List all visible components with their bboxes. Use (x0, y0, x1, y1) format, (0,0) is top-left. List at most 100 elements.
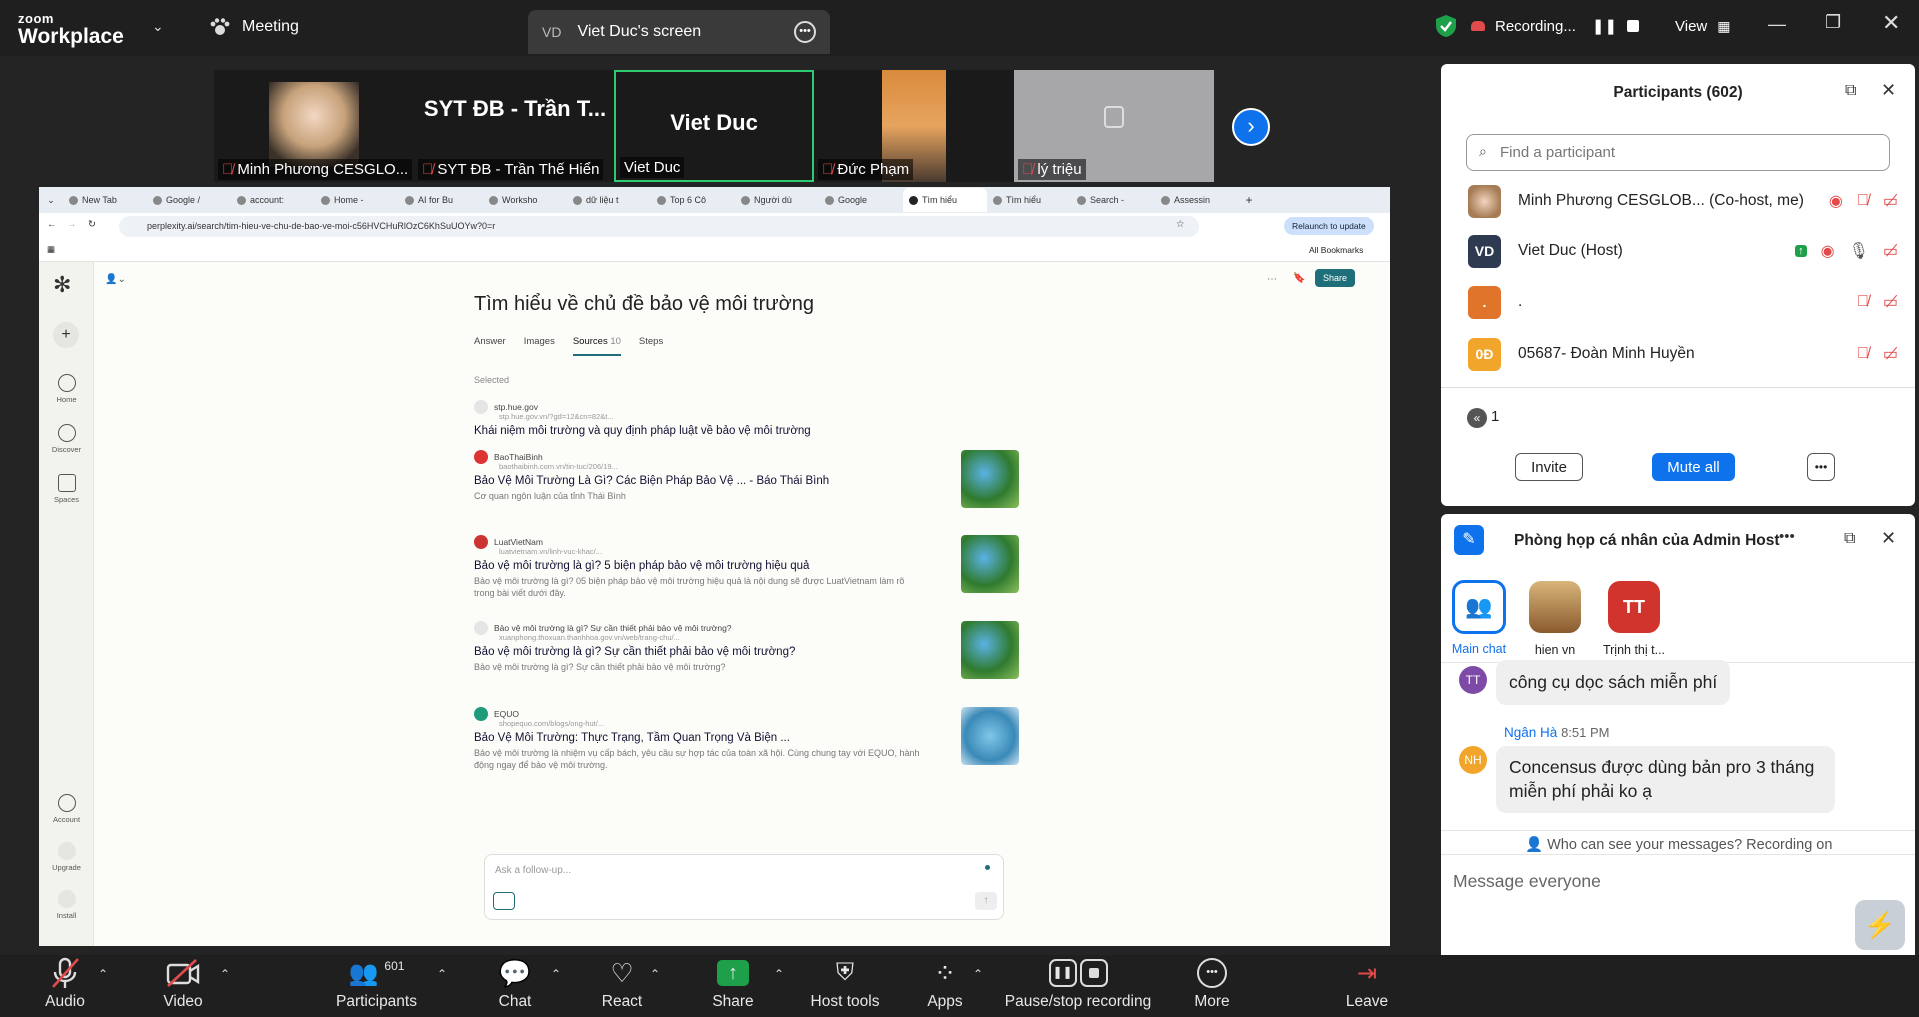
submit-arrow-icon[interactable]: ↑ (975, 892, 997, 910)
reload-icon[interactable]: ↻ (88, 219, 96, 230)
browser-tab[interactable]: Google / (147, 195, 231, 205)
browser-tab[interactable]: New Tab (63, 195, 147, 205)
recording-indicator[interactable]: Recording... ❚❚ View ▦ (1435, 14, 1731, 38)
tab-menu-icon[interactable]: ⌄ (39, 195, 63, 206)
next-page-icon[interactable]: › (1232, 108, 1270, 146)
more-button[interactable]: ••• More (1190, 955, 1234, 1017)
video-options-caret-icon[interactable]: ⌃ (220, 967, 230, 981)
video-tile[interactable]: 🎙̸ Minh Phương CESGLO... (214, 70, 414, 182)
channel-hien-vn[interactable]: hien vn (1525, 581, 1585, 657)
more-icon[interactable]: ⋯ (1267, 274, 1277, 285)
more-options-icon[interactable]: ••• (1807, 453, 1835, 481)
bookmark-star-icon[interactable]: ☆ (1176, 219, 1185, 230)
more-icon[interactable]: ••• (1779, 528, 1795, 545)
browser-tab[interactable]: Tìm hiểu (987, 195, 1071, 205)
mute-all-button[interactable]: Mute all (1652, 453, 1735, 481)
all-bookmarks[interactable]: All Bookmarks (1309, 245, 1363, 255)
participant-row[interactable]: 0Đ 05687- Đoàn Minh Huyền 🎙̸ ▭̸ (1468, 336, 1898, 372)
apps-options-caret-icon[interactable]: ⌃ (973, 967, 983, 981)
pause-stop-recording-button[interactable]: ❚❚ Pause/stop recording (1004, 955, 1152, 1017)
participant-row[interactable]: VD Viet Duc (Host) ↑ ◉ 🎙 ▭̸ (1468, 233, 1898, 269)
pause-recording-icon[interactable]: ❚❚ (1592, 17, 1617, 35)
sidebar-install[interactable]: Install (39, 890, 94, 920)
video-tile[interactable]: SYT ĐB - Trần T... 🎙̸ SYT ĐB - Trần Thế … (414, 70, 614, 182)
more-options-icon[interactable]: ••• (794, 21, 816, 43)
user-menu-icon[interactable]: 👤⌄ (105, 274, 126, 285)
relaunch-button[interactable]: Relaunch to update (1284, 217, 1374, 235)
new-thread-icon[interactable]: + (53, 322, 79, 348)
leave-button[interactable]: ⇥ Leave (1344, 955, 1390, 1017)
channel-trinh-thi[interactable]: TT Trịnh thị t... (1599, 581, 1669, 657)
browser-tab[interactable]: Người dù (735, 195, 819, 205)
react-button[interactable]: ♡ React (600, 955, 644, 1017)
audio-options-caret-icon[interactable]: ⌃ (98, 967, 108, 981)
video-tile[interactable]: 🎙̸ Đức Phạm (814, 70, 1014, 182)
react-options-caret-icon[interactable]: ⌃ (650, 967, 660, 981)
stop-recording-icon[interactable] (1627, 20, 1640, 32)
apps-grid-icon[interactable]: ▦ (47, 244, 55, 255)
browser-tab-active[interactable]: Tìm hiểu (903, 188, 987, 212)
participants-options-caret-icon[interactable]: ⌃ (437, 967, 447, 981)
tab-steps[interactable]: Steps (639, 336, 663, 356)
sidebar-discover[interactable]: Discover (39, 424, 94, 454)
participant-row[interactable]: . . 🎙̸ ▭̸ (1468, 284, 1898, 320)
browser-tab[interactable]: dữ liệu t (567, 195, 651, 205)
share-options-caret-icon[interactable]: ⌃ (774, 967, 784, 981)
message-input[interactable]: Message everyone (1453, 871, 1601, 892)
close-window-icon[interactable]: ✕ (1882, 10, 1900, 36)
visibility-notice[interactable]: 👤 Who can see your messages? Recording o… (1525, 836, 1832, 853)
compose-icon[interactable]: ✎ (1454, 525, 1484, 555)
sidebar-upgrade[interactable]: Upgrade (39, 842, 94, 872)
source-item[interactable]: stp.hue.gov stp.hue.gov.vn/?gd=12&cn=82&… (474, 400, 1019, 437)
back-icon[interactable]: ← (47, 219, 57, 230)
app-menu-chevron-icon[interactable]: ⌄ (152, 18, 164, 35)
perplexity-logo-icon[interactable]: ✻ (53, 272, 71, 298)
search-mode-icon[interactable] (493, 892, 515, 910)
audio-button[interactable]: Audio (40, 955, 90, 1017)
meeting-tab[interactable]: Meeting (210, 18, 299, 36)
screen-share-tab[interactable]: VD Viet Duc's screen ••• (528, 10, 830, 54)
popout-icon[interactable]: ⧉ (1845, 82, 1856, 100)
channel-main-chat[interactable]: 👥 Main chat (1451, 580, 1507, 656)
close-panel-icon[interactable]: ✕ (1881, 528, 1896, 549)
close-panel-icon[interactable]: ✕ (1881, 80, 1896, 101)
participant-row[interactable]: Minh Phương CESGLOB... (Co-host, me) ◉ 🎙̸… (1468, 183, 1898, 219)
ai-compose-icon[interactable]: ⚡ (1855, 900, 1905, 950)
source-item[interactable]: LuatVietNam luatvietnam.vn/linh-vuc-khac… (474, 535, 1019, 599)
sidebar-spaces[interactable]: Spaces (39, 474, 94, 504)
tab-answer[interactable]: Answer (474, 336, 506, 356)
previous-page-icon[interactable]: « (1467, 408, 1487, 428)
browser-tab[interactable]: account: (231, 195, 315, 205)
chat-button[interactable]: 💬 Chat (495, 955, 535, 1017)
browser-tab[interactable]: AI for Bu (399, 195, 483, 205)
new-tab-icon[interactable]: + (1239, 193, 1259, 207)
chat-options-caret-icon[interactable]: ⌃ (551, 967, 561, 981)
apps-button[interactable]: ⁘ Apps (924, 955, 966, 1017)
source-item[interactable]: EQUO shopequo.com/blogs/ong-hut/... Bảo … (474, 707, 1019, 771)
host-tools-button[interactable]: ⛨ Host tools (808, 955, 882, 1017)
browser-tab[interactable]: Worksho (483, 195, 567, 205)
bookmark-icon[interactable]: 🔖 (1293, 273, 1305, 284)
browser-tab[interactable]: Top 6 Cô (651, 195, 735, 205)
restore-icon[interactable]: ❐ (1825, 12, 1841, 33)
view-button[interactable]: View (1675, 18, 1707, 35)
source-item[interactable]: Bảo vệ môi trường là gì? Sự cần thiết ph… (474, 621, 1019, 679)
browser-tab[interactable]: Assessin (1155, 195, 1239, 205)
browser-tab[interactable]: Google (819, 195, 903, 205)
video-tile-active-speaker[interactable]: Viet Duc Viet Duc (614, 70, 814, 182)
browser-tab[interactable]: Home - (315, 195, 399, 205)
minimize-icon[interactable]: — (1768, 14, 1786, 35)
participants-button[interactable]: 👥 601 Participants (334, 955, 419, 1017)
url-input[interactable]: perplexity.ai/search/tim-hieu-ve-chu-de-… (119, 216, 1199, 237)
video-tile[interactable]: 🎙̸ lý triệu (1014, 70, 1214, 182)
share-button[interactable]: Share (1315, 269, 1356, 287)
tab-sources[interactable]: Sources 10 (572, 336, 621, 356)
follow-up-input[interactable]: Ask a follow-up... (495, 865, 571, 876)
share-button[interactable]: ↑ Share (710, 955, 756, 1017)
video-button[interactable]: Video (158, 955, 208, 1017)
participant-search[interactable]: ⌕ Find a participant (1466, 134, 1890, 171)
browser-tab[interactable]: Search - (1071, 195, 1155, 205)
invite-button[interactable]: Invite (1515, 453, 1583, 481)
source-item[interactable]: BaoThaiBinh baothaibinh.com.vn/tin-tuc/2… (474, 450, 1019, 508)
sidebar-home[interactable]: Home (39, 374, 94, 404)
